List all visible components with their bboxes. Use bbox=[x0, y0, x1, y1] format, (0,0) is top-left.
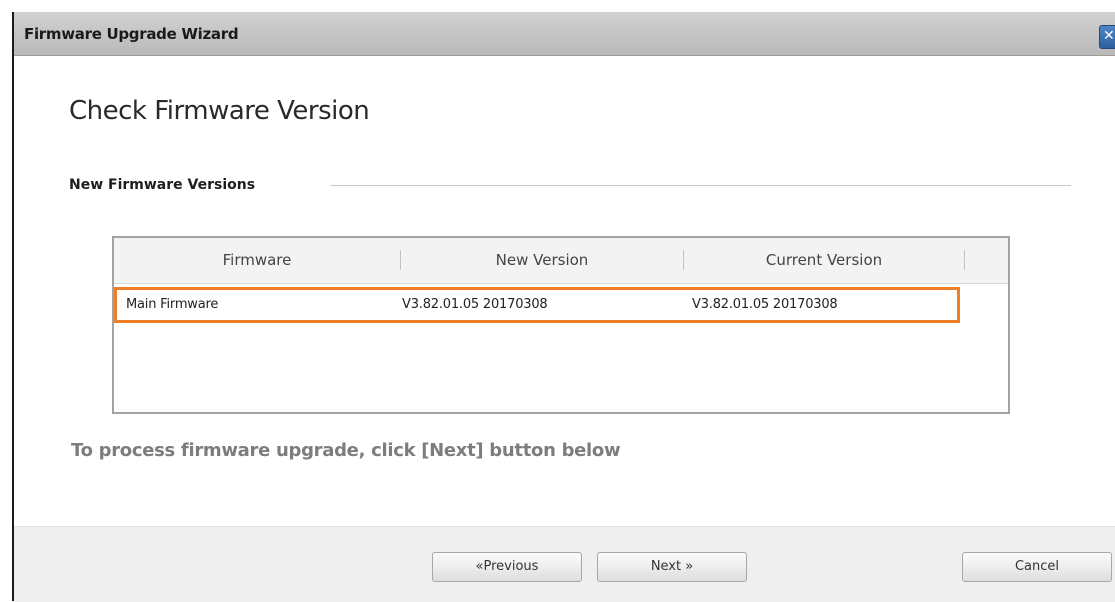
section-title: New Firmware Versions bbox=[69, 177, 256, 193]
cell-firmware-name: Main Firmware bbox=[126, 297, 219, 312]
firmware-table: Firmware New Version Current Version Mai… bbox=[112, 236, 1010, 414]
section-divider bbox=[330, 185, 1071, 186]
button-bar: «Previous Next » Cancel bbox=[14, 526, 1115, 602]
table-header: Firmware New Version Current Version bbox=[114, 238, 1008, 284]
close-button[interactable]: ✕ bbox=[1099, 25, 1115, 49]
cell-new-version: V3.82.01.05 20170308 bbox=[402, 297, 548, 312]
previous-button[interactable]: «Previous bbox=[432, 552, 582, 582]
table-row[interactable]: Main Firmware V3.82.01.05 20170308 V3.82… bbox=[114, 287, 960, 323]
next-button[interactable]: Next » bbox=[597, 552, 747, 582]
cell-current-version: V3.82.01.05 20170308 bbox=[692, 297, 838, 312]
column-header-new-version[interactable]: New Version bbox=[401, 238, 683, 283]
page-title: Check Firmware Version bbox=[69, 96, 370, 126]
instruction-text: To process firmware upgrade, click [Next… bbox=[71, 440, 621, 461]
column-header-current-version[interactable]: Current Version bbox=[684, 238, 964, 283]
firmware-upgrade-wizard-window: Firmware Upgrade Wizard ✕ Check Firmware… bbox=[12, 12, 1115, 602]
window-title: Firmware Upgrade Wizard bbox=[24, 25, 239, 43]
title-bar: Firmware Upgrade Wizard ✕ bbox=[14, 12, 1115, 56]
close-icon: ✕ bbox=[1103, 28, 1115, 44]
column-separator[interactable] bbox=[964, 250, 965, 270]
cancel-button[interactable]: Cancel bbox=[962, 552, 1112, 582]
column-header-firmware[interactable]: Firmware bbox=[114, 238, 400, 283]
